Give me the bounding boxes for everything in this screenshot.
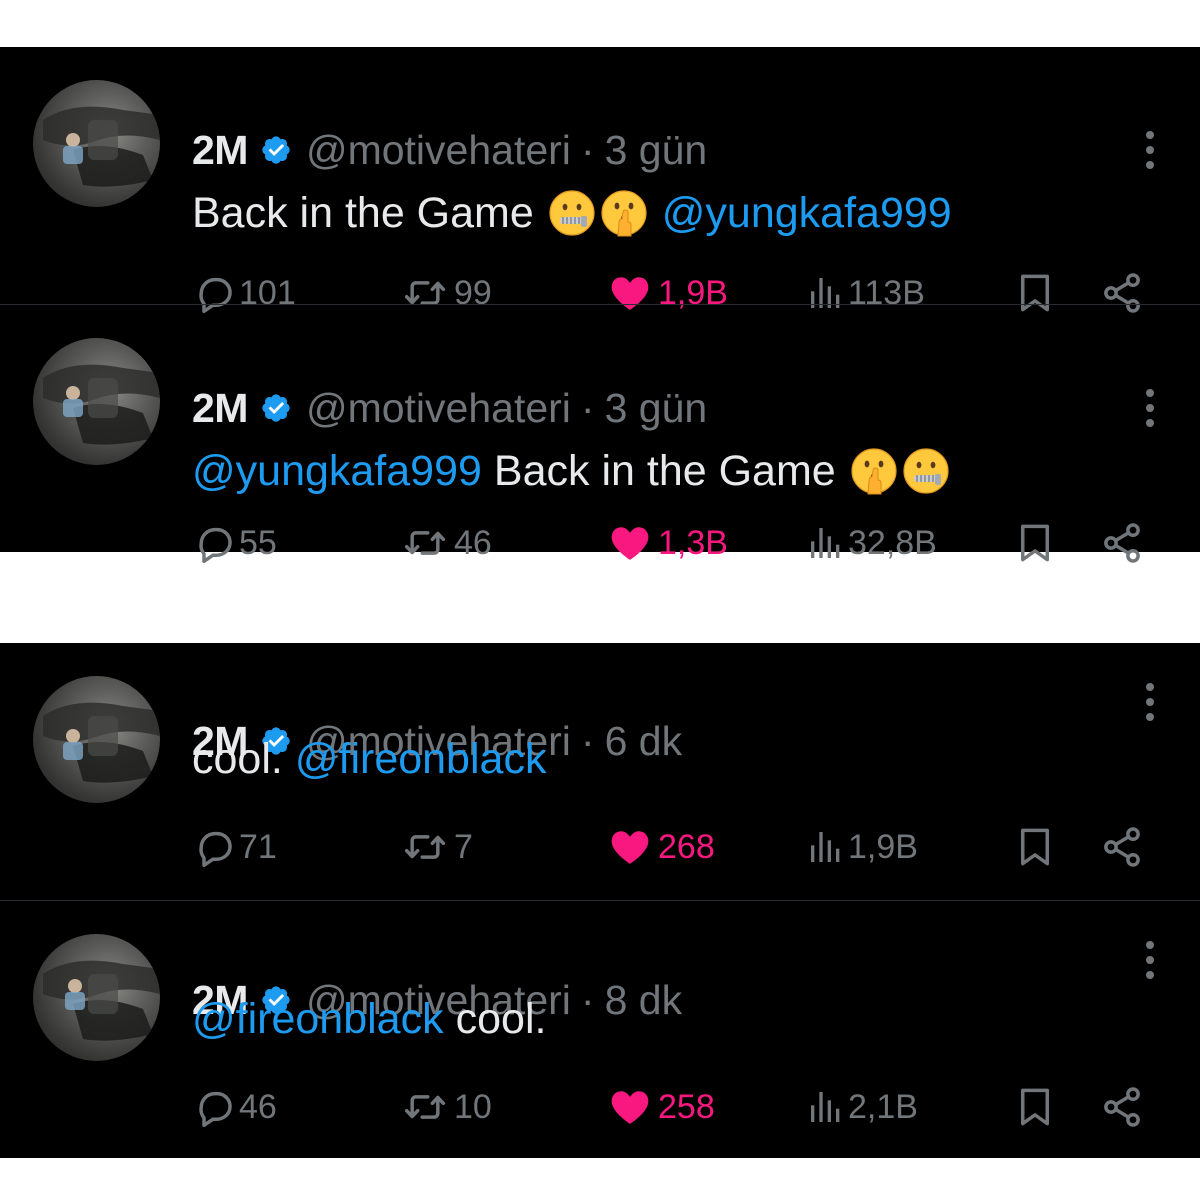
action-bar: 71 7 268 1,9B	[0, 821, 1200, 873]
reply-button[interactable]: 71	[193, 821, 277, 873]
views-bar-chart-icon	[806, 523, 846, 563]
separator-dot: ·	[580, 384, 595, 431]
more-vertical-icon[interactable]	[1144, 131, 1156, 169]
retweet-count: 7	[454, 827, 473, 866]
action-bar: 55 46 1,3B 32,8B	[0, 517, 1200, 569]
tweet-text-part: cool.	[192, 734, 283, 783]
views-count: 1,9B	[848, 827, 918, 866]
zipper-mouth-face-icon	[902, 447, 950, 495]
avatar[interactable]	[33, 80, 160, 207]
like-button[interactable]: 258	[608, 1081, 715, 1133]
reply-bubble-icon	[193, 1085, 237, 1129]
tweet-panel-top: 2M @motivehateri · 3 gün Back in the Gam…	[0, 47, 1200, 552]
zipper-mouth-face-icon	[548, 189, 596, 237]
bookmark-icon	[1014, 1084, 1056, 1130]
tweet-header: 2M @motivehateri · 3 gün	[192, 380, 707, 436]
reply-count: 46	[239, 1087, 277, 1126]
views-bar-chart-icon	[806, 1087, 846, 1127]
share-button[interactable]	[1100, 1081, 1144, 1133]
retweet-button[interactable]: 46	[398, 517, 492, 569]
more-vertical-icon[interactable]	[1144, 389, 1156, 427]
views-count: 2,1B	[848, 1087, 918, 1126]
tweet-text: cool. @fireonblack	[192, 731, 546, 787]
avatar[interactable]	[33, 676, 160, 803]
avatar[interactable]	[33, 338, 160, 465]
like-count: 268	[658, 827, 715, 866]
reply-button[interactable]: 55	[193, 517, 277, 569]
tweet-text: @fireonblack cool.	[192, 991, 546, 1047]
verified-badge-icon	[260, 392, 292, 424]
tweet-3[interactable]: 2M @motivehateri · 6 dk cool. @fireonbla…	[0, 643, 1200, 898]
tweet-text-part: Back in the Game	[192, 188, 534, 237]
like-count: 258	[658, 1087, 715, 1126]
like-button[interactable]: 1,3B	[608, 517, 728, 569]
share-button[interactable]	[1100, 821, 1144, 873]
share-icon	[1100, 1085, 1144, 1129]
bookmark-button[interactable]	[1014, 821, 1056, 873]
reply-count: 71	[239, 827, 277, 866]
timestamp[interactable]: 3 gün	[605, 127, 708, 174]
heart-filled-icon	[608, 825, 652, 869]
shushing-face-icon	[600, 189, 648, 237]
tweet-text: @yungkafa999 Back in the Game	[192, 443, 952, 499]
reply-bubble-icon	[193, 521, 237, 565]
separator-dot: ·	[580, 976, 595, 1023]
timestamp[interactable]: 8 dk	[605, 977, 683, 1024]
retweet-button[interactable]: 10	[398, 1081, 492, 1133]
bookmark-icon	[1014, 520, 1056, 566]
timestamp[interactable]: 6 dk	[605, 718, 683, 765]
heart-filled-icon	[608, 521, 652, 565]
reply-count: 55	[239, 523, 277, 562]
bookmark-icon	[1014, 824, 1056, 870]
username-handle[interactable]: @motivehateri	[306, 385, 571, 432]
views-button[interactable]: 2,1B	[806, 1081, 918, 1133]
more-vertical-icon[interactable]	[1144, 683, 1156, 721]
tweet-text: Back in the Game @yungkafa999	[192, 185, 952, 241]
reply-bubble-icon	[193, 825, 237, 869]
mention-link[interactable]: @yungkafa999	[192, 447, 482, 496]
share-button[interactable]	[1100, 517, 1144, 569]
tweet-text-part: cool.	[455, 994, 547, 1043]
retweet-count: 46	[454, 523, 492, 562]
bookmark-button[interactable]	[1014, 1081, 1056, 1133]
action-bar: 46 10 258 2,1B	[0, 1081, 1200, 1133]
views-button[interactable]: 32,8B	[806, 517, 937, 569]
mention-link[interactable]: @fireonblack	[295, 735, 547, 784]
views-button[interactable]: 1,9B	[806, 821, 918, 873]
like-button[interactable]: 268	[608, 821, 715, 873]
reply-button[interactable]: 46	[193, 1081, 277, 1133]
separator-dot: ·	[580, 717, 595, 764]
more-vertical-icon[interactable]	[1144, 941, 1156, 979]
avatar[interactable]	[33, 934, 160, 1061]
shushing-face-icon	[850, 447, 898, 495]
tweet-panel-bottom: 2M @motivehateri · 6 dk cool. @fireonbla…	[0, 643, 1200, 1158]
mention-link[interactable]: @fireonblack	[192, 995, 444, 1044]
heart-filled-icon	[608, 1085, 652, 1129]
share-icon	[1100, 825, 1144, 869]
share-icon	[1100, 521, 1144, 565]
separator-dot: ·	[580, 126, 595, 173]
display-name[interactable]: 2M	[192, 127, 248, 174]
retweet-button[interactable]: 7	[398, 821, 473, 873]
retweet-icon	[398, 1085, 452, 1129]
display-name[interactable]: 2M	[192, 385, 248, 432]
username-handle[interactable]: @motivehateri	[306, 127, 571, 174]
tweet-2[interactable]: 2M @motivehateri · 3 gün @yungkafa999 Ba…	[0, 304, 1200, 553]
views-count: 32,8B	[848, 523, 937, 562]
verified-badge-icon	[260, 134, 292, 166]
retweet-count: 10	[454, 1087, 492, 1126]
retweet-icon	[398, 825, 452, 869]
like-count: 1,3B	[658, 523, 728, 562]
views-bar-chart-icon	[806, 827, 846, 867]
mention-link[interactable]: @yungkafa999	[662, 189, 952, 238]
timestamp[interactable]: 3 gün	[605, 385, 708, 432]
tweet-header: 2M @motivehateri · 3 gün	[192, 122, 707, 178]
tweet-1[interactable]: 2M @motivehateri · 3 gün Back in the Gam…	[0, 47, 1200, 302]
retweet-icon	[398, 521, 452, 565]
tweet-text-part: Back in the Game	[493, 446, 836, 495]
bookmark-button[interactable]	[1014, 517, 1056, 569]
tweet-4[interactable]: 2M @motivehateri · 8 dk @fireonblack coo…	[0, 900, 1200, 1159]
